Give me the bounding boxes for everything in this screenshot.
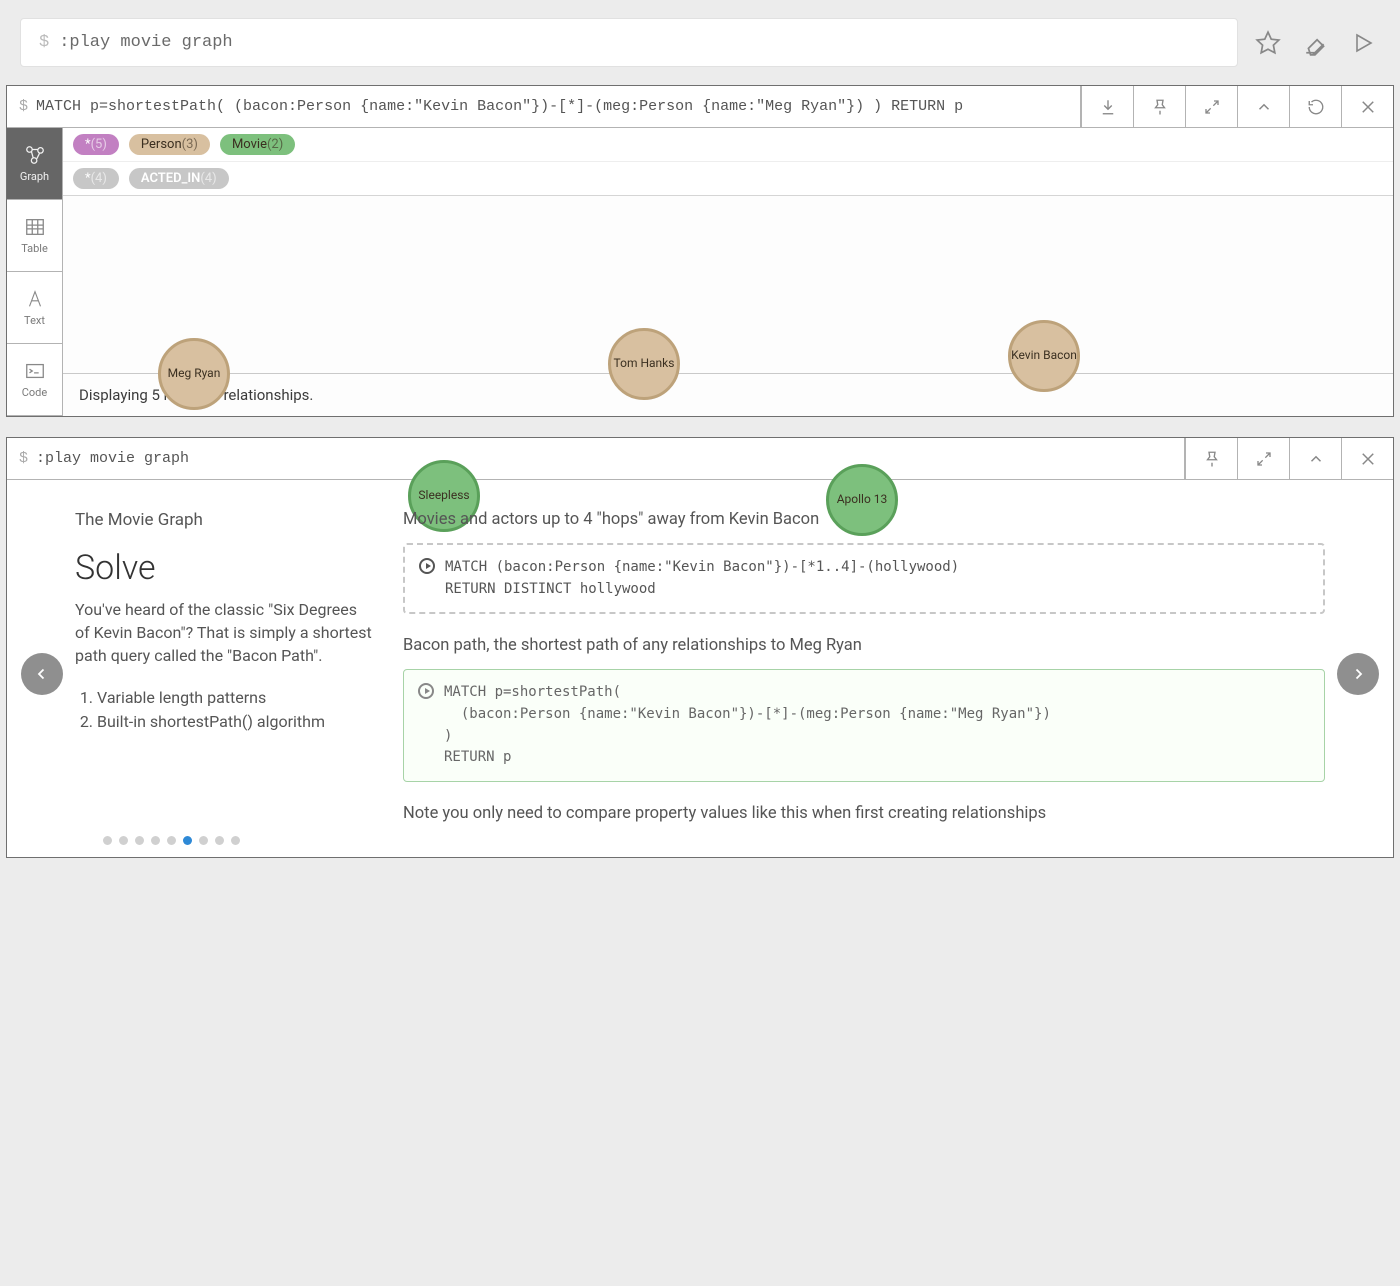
pin-icon[interactable]	[1133, 86, 1185, 127]
download-icon[interactable]	[1081, 86, 1133, 127]
prompt-symbol: $	[39, 33, 49, 52]
graph-node-tom[interactable]: Tom Hanks	[608, 328, 680, 400]
guide-title: $ :play movie graph	[7, 438, 1185, 479]
guide-frame: $ :play movie graph The Movie Graph Solv…	[6, 437, 1394, 858]
erase-icon[interactable]	[1300, 27, 1332, 59]
chip-*[interactable]: *(4)	[73, 168, 119, 189]
command-input[interactable]: $ :play movie graph	[20, 18, 1238, 67]
view-tab-text[interactable]: Text	[7, 272, 62, 344]
guide-list-item: Built-in shortestPath() algorithm	[97, 710, 375, 735]
guide-list-item: Variable length patterns	[97, 686, 375, 711]
result-frame: $ MATCH p=shortestPath( (bacon:Person {n…	[6, 85, 1394, 417]
close-icon[interactable]	[1341, 438, 1393, 479]
guide-list: Variable length patternsBuilt-in shortes…	[75, 686, 375, 736]
result-frame-header: $ MATCH p=shortestPath( (bacon:Person {n…	[7, 86, 1393, 128]
pin-icon[interactable]	[1185, 438, 1237, 479]
page-dot[interactable]	[215, 836, 224, 845]
page-dot[interactable]	[119, 836, 128, 845]
code-example-2[interactable]: MATCH p=shortestPath( (bacon:Person {nam…	[403, 669, 1325, 782]
command-bar: $ :play movie graph	[0, 0, 1400, 85]
run-icon[interactable]	[1348, 27, 1380, 59]
guide-subtitle: The Movie Graph	[75, 510, 375, 530]
graph-node-kevin[interactable]: Kevin Bacon	[1008, 320, 1080, 392]
page-dot[interactable]	[199, 836, 208, 845]
chip-acted_in[interactable]: ACTED_IN(4)	[129, 168, 229, 189]
play-icon	[419, 558, 435, 574]
result-query: $ MATCH p=shortestPath( (bacon:Person {n…	[7, 86, 1081, 127]
chip-rows: *(5) Person(3) Movie(2) *(4) ACTED_IN(4)	[63, 128, 1393, 196]
guide-p3: Note you only need to compare property v…	[403, 804, 1325, 823]
code-example-1[interactable]: MATCH (bacon:Person {name:"Kevin Bacon"}…	[403, 543, 1325, 614]
next-page-button[interactable]	[1337, 653, 1379, 695]
guide-heading: Solve	[75, 548, 375, 588]
view-tab-graph[interactable]: Graph	[7, 128, 62, 200]
chip-*[interactable]: *(5)	[73, 134, 119, 155]
page-dot[interactable]	[183, 836, 192, 845]
command-text: :play movie graph	[59, 33, 232, 52]
guide-p2: Bacon path, the shortest path of any rel…	[403, 636, 1325, 655]
guide-intro-text: You've heard of the classic "Six Degrees…	[75, 598, 375, 668]
view-tab-strip: Graph Table Text Code	[7, 128, 63, 416]
play-icon	[418, 683, 434, 699]
page-indicator	[103, 836, 240, 845]
page-dot[interactable]	[103, 836, 112, 845]
prev-page-button[interactable]	[21, 653, 63, 695]
collapse-up-icon[interactable]	[1237, 86, 1289, 127]
expand-icon[interactable]	[1185, 86, 1237, 127]
page-dot[interactable]	[135, 836, 144, 845]
guide-p1: Movies and actors up to 4 "hops" away fr…	[403, 510, 1325, 529]
view-tab-table[interactable]: Table	[7, 200, 62, 272]
close-icon[interactable]	[1341, 86, 1393, 127]
page-dot[interactable]	[231, 836, 240, 845]
page-dot[interactable]	[151, 836, 160, 845]
rerun-icon[interactable]	[1289, 86, 1341, 127]
status-bar: Displaying 5 nodes, 4 relationships.	[63, 373, 1393, 416]
collapse-up-icon[interactable]	[1289, 438, 1341, 479]
view-tab-code[interactable]: Code	[7, 344, 62, 416]
chip-person[interactable]: Person(3)	[129, 134, 210, 155]
graph-node-meg[interactable]: Meg Ryan	[158, 338, 230, 410]
guide-frame-header: $ :play movie graph	[7, 438, 1393, 480]
chip-movie[interactable]: Movie(2)	[220, 134, 295, 155]
guide-right-column: Movies and actors up to 4 "hops" away fr…	[403, 510, 1325, 837]
graph-canvas[interactable]: ACTED_INACTED_INACTED_INACTED_IN Meg Rya…	[63, 196, 1393, 373]
expand-icon[interactable]	[1237, 438, 1289, 479]
guide-left-column: The Movie Graph Solve You've heard of th…	[75, 510, 375, 735]
page-dot[interactable]	[167, 836, 176, 845]
favorite-icon[interactable]	[1252, 27, 1284, 59]
